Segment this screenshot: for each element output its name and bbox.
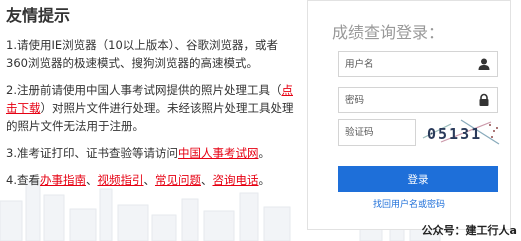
video-link[interactable]: 视频指引 (97, 173, 143, 187)
tips-title: 友情提示 (6, 6, 71, 25)
tip-3-text-a: 3.准考证打印、证书查验等请访问 (6, 146, 178, 160)
password-input[interactable] (339, 88, 465, 113)
tip-3: 3.准考证打印、证书查验等请访问中国人事考试网。 (6, 144, 296, 162)
tip-2: 2.注册前请使用中国人事考试网提供的照片处理工具（点击下载）对照片文件进行处理。… (6, 81, 296, 135)
tip-2-text-b: ）对照片文件进行处理。未经该照片处理工具处理的照片文件无法用于注册。 (6, 101, 294, 133)
tip-4: 4.查看办事指南、视频指引、常见问题、咨询电话。 (6, 171, 296, 189)
login-panel: 成绩查询登录： 05131 登录 找回用户名或密码 (307, 0, 511, 230)
user-icon (478, 58, 490, 70)
captcha-text: 05131 (427, 125, 482, 143)
captcha-input[interactable] (339, 120, 415, 145)
cpta-link[interactable]: 中国人事考试网 (178, 146, 259, 160)
tip-1: 1.请使用IE浏览器（10以上版本）、谷歌浏览器，或者360浏览器的极速模式、搜… (6, 38, 279, 70)
tips-panel: 友情提示 1.请使用IE浏览器（10以上版本）、谷歌浏览器，或者360浏览器的极… (6, 0, 296, 198)
faq-link[interactable]: 常见问题 (155, 173, 201, 187)
captcha-field-box (338, 119, 416, 146)
captcha-image[interactable]: 05131 (421, 118, 501, 146)
watermark: 公众号：建工行人a (421, 224, 517, 237)
forgot-credentials-link[interactable]: 找回用户名或密码 (308, 197, 510, 210)
login-button[interactable]: 登录 (338, 166, 498, 192)
tip-4-end: 。 (258, 173, 270, 187)
contact-link[interactable]: 咨询电话 (212, 173, 258, 187)
separator: 、 (85, 173, 98, 187)
username-input[interactable] (339, 52, 465, 77)
username-field-box (338, 51, 498, 77)
lock-icon (479, 93, 489, 106)
tip-2-text-a: 2.注册前请使用中国人事考试网提供的照片处理工具（ (6, 83, 282, 97)
tip-4-text-a: 4.查看 (6, 173, 40, 187)
guide-link[interactable]: 办事指南 (40, 173, 86, 187)
separator: 、 (143, 173, 155, 187)
password-field-box (338, 87, 498, 113)
login-title: 成绩查询登录： (332, 23, 445, 42)
tip-3-text-b: 。 (258, 146, 270, 160)
separator: 、 (200, 173, 213, 187)
